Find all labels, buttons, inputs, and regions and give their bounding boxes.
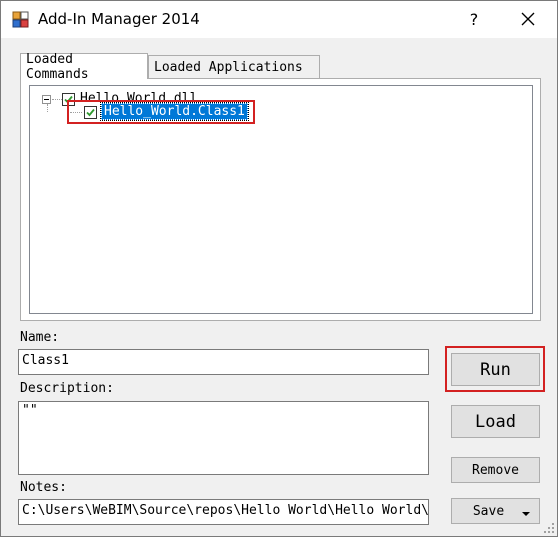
description-label: Description: xyxy=(20,381,114,396)
notes-label: Notes: xyxy=(20,480,67,495)
chevron-down-icon[interactable] xyxy=(522,512,530,516)
tree-connector xyxy=(52,99,62,101)
save-button[interactable]: Save xyxy=(451,498,540,524)
close-button[interactable] xyxy=(511,3,545,35)
window-title: Add-In Manager 2014 xyxy=(38,10,200,28)
highlight-box-run xyxy=(445,346,545,392)
tab-label: Loaded Commands xyxy=(26,51,89,82)
load-button[interactable]: Load xyxy=(451,405,540,438)
help-button[interactable]: ? xyxy=(459,3,489,35)
remove-button[interactable]: Remove xyxy=(451,457,540,483)
tab-loaded-commands[interactable]: Loaded Commands xyxy=(20,51,148,82)
save-label: Save xyxy=(472,503,505,519)
app-icon xyxy=(12,11,29,28)
name-field[interactable]: Class1 xyxy=(18,349,429,375)
collapse-icon[interactable] xyxy=(42,95,51,104)
tab-loaded-applications[interactable]: Loaded Applications xyxy=(148,55,320,79)
title-bar: Add-In Manager 2014 ? xyxy=(1,1,557,38)
close-icon xyxy=(521,12,535,26)
resize-grip-icon[interactable] xyxy=(543,522,555,534)
highlight-box-class1 xyxy=(67,100,255,124)
notes-field[interactable]: C:\Users\WeBIM\Source\repos\Hello World\… xyxy=(18,499,429,525)
description-field[interactable]: "" xyxy=(18,401,429,475)
commands-tree[interactable]: Hello_World.dll Hello_World.Class1 xyxy=(29,85,533,314)
tab-label: Loaded Applications xyxy=(154,60,303,75)
name-label: Name: xyxy=(20,330,60,345)
add-in-manager-window: Add-In Manager 2014 ? Loaded Commands Lo… xyxy=(0,0,558,537)
tab-panel: Hello_World.dll Hello_World.Class1 xyxy=(20,78,541,321)
help-label: ? xyxy=(469,9,479,29)
tree-connector xyxy=(47,104,49,112)
